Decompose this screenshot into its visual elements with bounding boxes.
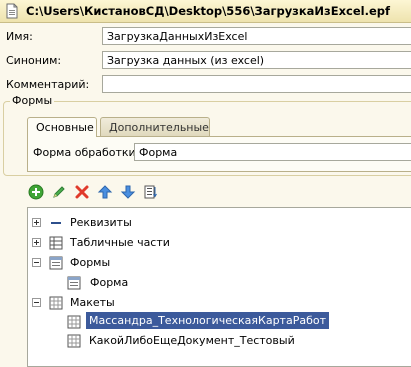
table-icon — [49, 236, 63, 250]
tab-additional[interactable]: Дополнительные — [100, 117, 210, 136]
template-icon — [67, 334, 81, 348]
tree-item-label: Формы — [70, 256, 111, 269]
tree-item-label: Реквизиты — [70, 216, 132, 229]
comment-field[interactable] — [102, 75, 411, 93]
move-up-icon[interactable] — [97, 184, 113, 200]
window-title: C:\Users\КистановСД\Desktop\556\Загрузка… — [26, 4, 390, 18]
add-icon[interactable] — [28, 184, 44, 200]
collapse-icon[interactable] — [32, 258, 41, 267]
processing-form-label: Форма обработки: — [33, 146, 140, 159]
delete-icon[interactable] — [74, 184, 90, 200]
tree-item-attributes[interactable]: Реквизиты — [32, 214, 411, 232]
name-label: Имя: — [6, 30, 33, 43]
tree-item-label: Табличные части — [70, 236, 170, 249]
templates-icon — [49, 296, 63, 310]
tree-item-label: Форма — [90, 276, 129, 289]
tree-item-label: КакойЛибоЕщеДокумент_Тестовый — [89, 334, 295, 347]
tree-item-forms[interactable]: Формы — [32, 254, 411, 272]
tree-item-templates[interactable]: Макеты — [32, 294, 411, 312]
edit-icon[interactable] — [51, 184, 67, 200]
tree-item-tabular-sections[interactable]: Табличные части — [32, 234, 411, 252]
synonym-field[interactable]: Загрузка данных (из excel) — [102, 51, 411, 69]
name-field[interactable]: ЗагрузкаДанныхИзExcel — [102, 27, 411, 45]
document-icon — [6, 3, 18, 19]
synonym-label: Синоним: — [6, 54, 62, 67]
expand-icon[interactable] — [32, 218, 41, 227]
tree-item-label: Макеты — [70, 296, 115, 309]
title-bar: C:\Users\КистановСД\Desktop\556\Загрузка… — [0, 0, 411, 23]
forms-icon — [49, 256, 63, 270]
template-icon — [67, 315, 81, 329]
tree-item-label-selected: Массандра_ТехнологическаяКартаРабот — [86, 312, 329, 329]
forms-group-title: Формы — [10, 94, 55, 107]
processing-form-field[interactable]: Форма — [134, 143, 411, 161]
attributes-icon — [51, 222, 61, 224]
collapse-icon[interactable] — [32, 298, 41, 307]
metadata-tree: Реквизиты Табличные части Формы Форма Ма… — [27, 207, 411, 367]
form-icon — [67, 276, 81, 290]
expand-icon[interactable] — [32, 238, 41, 247]
sort-icon[interactable] — [143, 184, 159, 200]
tree-item-template-test-document[interactable]: КакойЛибоЕщеДокумент_Тестовый — [66, 332, 406, 350]
move-down-icon[interactable] — [120, 184, 136, 200]
comment-label: Комментарий: — [6, 78, 90, 91]
tree-item-template-massandra[interactable]: Массандра_ТехнологическаяКартаРабот — [66, 312, 406, 330]
tab-main[interactable]: Основные — [27, 117, 97, 137]
tree-item-form[interactable]: Форма — [66, 274, 406, 292]
